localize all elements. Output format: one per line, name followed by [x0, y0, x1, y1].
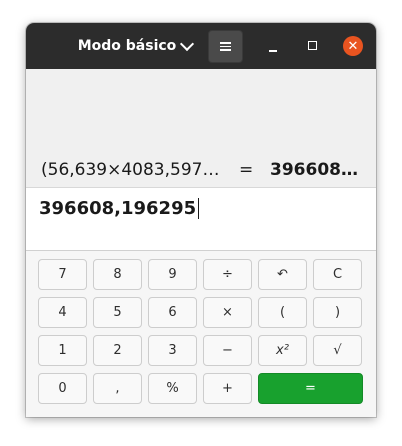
key-4[interactable]: 4	[38, 297, 87, 328]
key-multiply[interactable]: ×	[203, 297, 252, 328]
mode-selector-button[interactable]: Modo básico	[76, 33, 195, 59]
maximize-button[interactable]	[303, 35, 323, 55]
title-bar: Modo básico ✕	[26, 23, 376, 69]
key-9[interactable]: 9	[148, 259, 197, 290]
hamburger-icon	[220, 42, 231, 51]
close-icon: ✕	[347, 38, 359, 54]
undo-button[interactable]: ↶	[258, 259, 307, 290]
key-1[interactable]: 1	[38, 335, 87, 366]
keypad: 7 8 9 ÷ ↶ C 4 5 6 × ( ) 1 2 3 − x² √ 0 ,…	[26, 251, 376, 417]
key-percent[interactable]: %	[148, 373, 197, 404]
key-square-root[interactable]: √	[313, 335, 362, 366]
clear-button[interactable]: C	[313, 259, 362, 290]
chevron-down-icon	[180, 36, 195, 52]
main-menu-button[interactable]	[208, 30, 243, 63]
history-result[interactable]: 396608…	[270, 160, 358, 180]
key-decimal[interactable]: ,	[93, 373, 142, 404]
minimize-button[interactable]	[263, 35, 283, 55]
calculator-window: Modo básico ✕ (56,639×4083,597… = 396608…	[26, 23, 376, 417]
mode-title: Modo básico	[77, 38, 177, 54]
key-close-paren[interactable]: )	[313, 297, 362, 328]
expression-input[interactable]: 396608,196295	[26, 188, 376, 251]
history-expression[interactable]: (56,639×4083,597…	[41, 160, 219, 180]
key-8[interactable]: 8	[93, 259, 142, 290]
key-subtract[interactable]: −	[203, 335, 252, 366]
key-0[interactable]: 0	[38, 373, 87, 404]
key-2[interactable]: 2	[93, 335, 142, 366]
key-divide[interactable]: ÷	[203, 259, 252, 290]
equals-button[interactable]: =	[258, 373, 363, 404]
key-6[interactable]: 6	[148, 297, 197, 328]
key-add[interactable]: +	[203, 373, 252, 404]
key-3[interactable]: 3	[148, 335, 197, 366]
close-button[interactable]: ✕	[343, 36, 363, 56]
history-entry[interactable]: (56,639×4083,597… = 396608…	[26, 152, 376, 188]
history-area	[26, 69, 376, 152]
key-open-paren[interactable]: (	[258, 297, 307, 328]
key-5[interactable]: 5	[93, 297, 142, 328]
history-equals: =	[239, 160, 254, 180]
expression-text[interactable]: 396608,196295	[39, 198, 200, 219]
key-7[interactable]: 7	[38, 259, 87, 290]
key-square[interactable]: x²	[258, 335, 307, 366]
